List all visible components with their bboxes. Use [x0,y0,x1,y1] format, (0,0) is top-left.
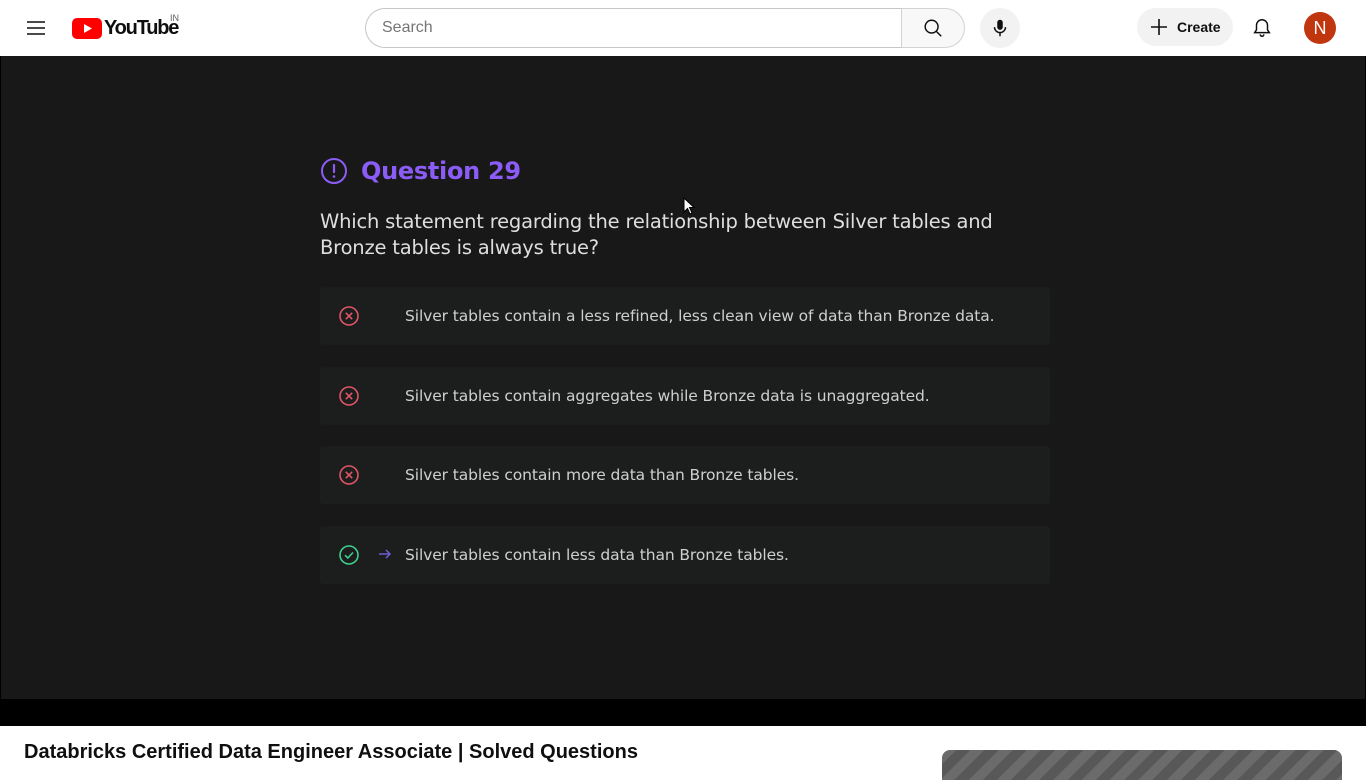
answer-option-text: Silver tables contain aggregates while B… [405,387,930,405]
create-button[interactable]: Create [1137,8,1233,46]
answer-option: Silver tables contain more data than Bro… [320,446,1050,504]
answer-option-text: Silver tables contain less data than Bro… [405,546,789,564]
answer-option: Silver tables contain a less refined, le… [320,287,1050,345]
plus-icon [1151,19,1167,35]
search-icon [924,19,942,37]
search-input[interactable] [365,8,901,48]
question-header: Question 29 [320,157,521,185]
video-frame[interactable]: Question 29 Which statement regarding th… [1,56,1365,699]
youtube-play-icon [72,17,102,39]
incorrect-x-circle-icon [339,386,359,406]
bell-icon [1253,19,1271,37]
hamburger-menu-icon[interactable] [16,8,56,48]
search-bar [365,8,965,48]
answer-option-text: Silver tables contain a less refined, le… [405,307,995,325]
youtube-logo[interactable]: YouTube [72,16,179,39]
incorrect-x-circle-icon [339,465,359,485]
logo-wordmark: YouTube [104,16,179,39]
avatar[interactable]: N [1304,12,1336,44]
video-player[interactable]: Question 29 Which statement regarding th… [0,56,1366,726]
notifications-button[interactable] [1242,8,1282,48]
country-code: IN [170,13,179,23]
answer-option: Silver tables contain aggregates while B… [320,367,1050,425]
create-label: Create [1177,19,1221,35]
incorrect-x-circle-icon [339,306,359,326]
question-title: Question 29 [361,157,521,185]
answer-option-correct: Silver tables contain less data than Bro… [320,526,1050,584]
microphone-icon [993,19,1007,37]
sidebar-video-thumbnail[interactable] [942,750,1342,780]
search-button[interactable] [901,8,965,48]
mouse-cursor-icon [683,197,696,215]
voice-search-button[interactable] [980,8,1020,48]
answer-option-text: Silver tables contain more data than Bro… [405,466,799,484]
masthead: YouTube IN Create N [0,0,1366,56]
arrow-right-icon [379,549,392,559]
video-title: Databricks Certified Data Engineer Assoc… [24,741,638,763]
exclamation-circle-icon [321,158,347,184]
correct-check-circle-icon [339,545,359,565]
